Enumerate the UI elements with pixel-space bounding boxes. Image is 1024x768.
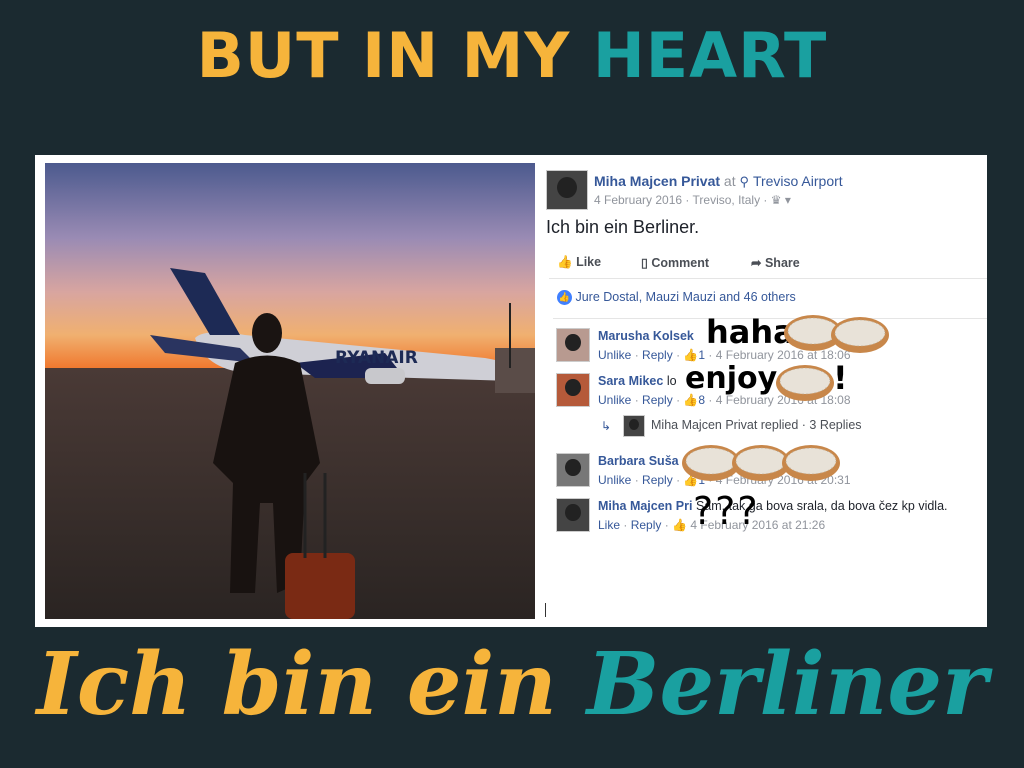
reply-count-text: replied · 3 Replies <box>757 418 862 432</box>
footer-part-2: Berliner <box>586 634 988 735</box>
airport-scene-image: RYANAIR <box>45 163 535 619</box>
question-marks-overlay: ??? <box>693 489 760 533</box>
footer-part-1: Ich bin ein <box>36 634 587 735</box>
unlike-link[interactable]: Unlike <box>598 393 631 407</box>
comment-row: Sara Mikec lo <box>598 374 677 388</box>
comment-avatar[interactable] <box>556 328 590 362</box>
donut-icon <box>776 365 834 401</box>
like-button[interactable]: 👍 Like <box>557 255 601 270</box>
unlike-link[interactable]: Unlike <box>598 473 631 487</box>
headline-part-2: HEART <box>592 19 828 92</box>
post-at-text: at <box>720 173 740 189</box>
comment-avatar[interactable] <box>556 453 590 487</box>
audience-friends-icon[interactable]: ♛ ▾ <box>771 193 791 207</box>
post-place: · Treviso, Italy · <box>682 193 771 207</box>
reactions-summary[interactable]: Jure Dostal, Mauzi Mauzi and 46 others <box>575 290 795 304</box>
reply-avatar[interactable] <box>623 415 645 437</box>
screenshot-panel: RYANAIR Miha Majcen Privat at ⚲ Treviso … <box>35 155 987 627</box>
thumbs-up-icon: 👍 <box>557 255 573 269</box>
donut-icon <box>782 445 840 481</box>
headline-part-1: BUT IN MY <box>196 19 593 92</box>
facebook-post: Miha Majcen Privat at ⚲ Treviso Airport … <box>543 155 987 627</box>
post-date[interactable]: 4 February 2016 <box>594 193 682 207</box>
haha-overlay: haha <box>706 313 795 351</box>
reply-author: Miha Majcen Privat <box>651 418 758 432</box>
share-button[interactable]: ➦ Share <box>751 255 800 270</box>
comment-row: Miha Majcen Pri Sam, tak ga bova srala, … <box>598 499 948 513</box>
headline: BUT IN MY HEART <box>0 16 1024 96</box>
reply-arrow-icon: ↳ <box>601 419 612 433</box>
airline-logo-text: RYANAIR <box>335 348 418 368</box>
unlike-link[interactable]: Unlike <box>598 348 631 362</box>
comment-button[interactable]: ▯ Comment <box>641 255 709 270</box>
comment-row: Marusha Kolsek <box>598 329 694 343</box>
comment-avatar[interactable] <box>556 498 590 532</box>
comment-author[interactable]: Barbara Suša <box>598 454 679 468</box>
like-link[interactable]: Like <box>598 518 620 532</box>
comment-text: lo <box>666 374 677 388</box>
comment-label: Comment <box>651 256 710 270</box>
like-count[interactable]: 1 <box>698 348 705 362</box>
comment-avatar[interactable] <box>556 373 590 407</box>
like-label: Like <box>576 255 602 269</box>
comment-row: Barbara Suša <box>598 454 679 468</box>
footer-title: Ich bin ein Berliner <box>0 630 1024 740</box>
comment-icon: ▯ <box>641 256 648 270</box>
location-pin-icon: ⚲ <box>739 174 750 189</box>
enjoy-overlay: enjoy <box>685 361 778 396</box>
like-count-icon: 👍 <box>672 518 688 532</box>
airport-photo: RYANAIR <box>45 163 535 619</box>
reply-link[interactable]: Reply <box>642 473 673 487</box>
reply-link[interactable]: Reply <box>631 518 662 532</box>
comment-author[interactable]: Sara Mikec <box>598 374 663 388</box>
comment-author[interactable]: Marusha Kolsek <box>598 329 694 343</box>
reply-link[interactable]: Reply <box>642 348 673 362</box>
exclamation-overlay: ! <box>833 359 848 397</box>
share-label: Share <box>764 256 800 270</box>
like-reaction-icon: 👍 <box>557 290 572 306</box>
reply-link[interactable]: Reply <box>642 393 673 407</box>
text-cursor <box>545 603 546 617</box>
replies-link[interactable]: Miha Majcen Privat replied · 3 Replies <box>651 418 862 432</box>
donut-icon <box>831 317 889 353</box>
post-author-link[interactable]: Miha Majcen Privat <box>594 173 720 189</box>
share-icon: ➦ <box>751 256 762 270</box>
divider <box>549 278 987 279</box>
post-text: Ich bin ein Berliner. <box>546 217 700 237</box>
like-count-icon: 👍 <box>683 348 699 362</box>
post-location-link[interactable]: Treviso Airport <box>753 173 843 189</box>
author-avatar[interactable] <box>546 170 588 210</box>
comment-author[interactable]: Miha Majcen Pri <box>598 499 692 513</box>
